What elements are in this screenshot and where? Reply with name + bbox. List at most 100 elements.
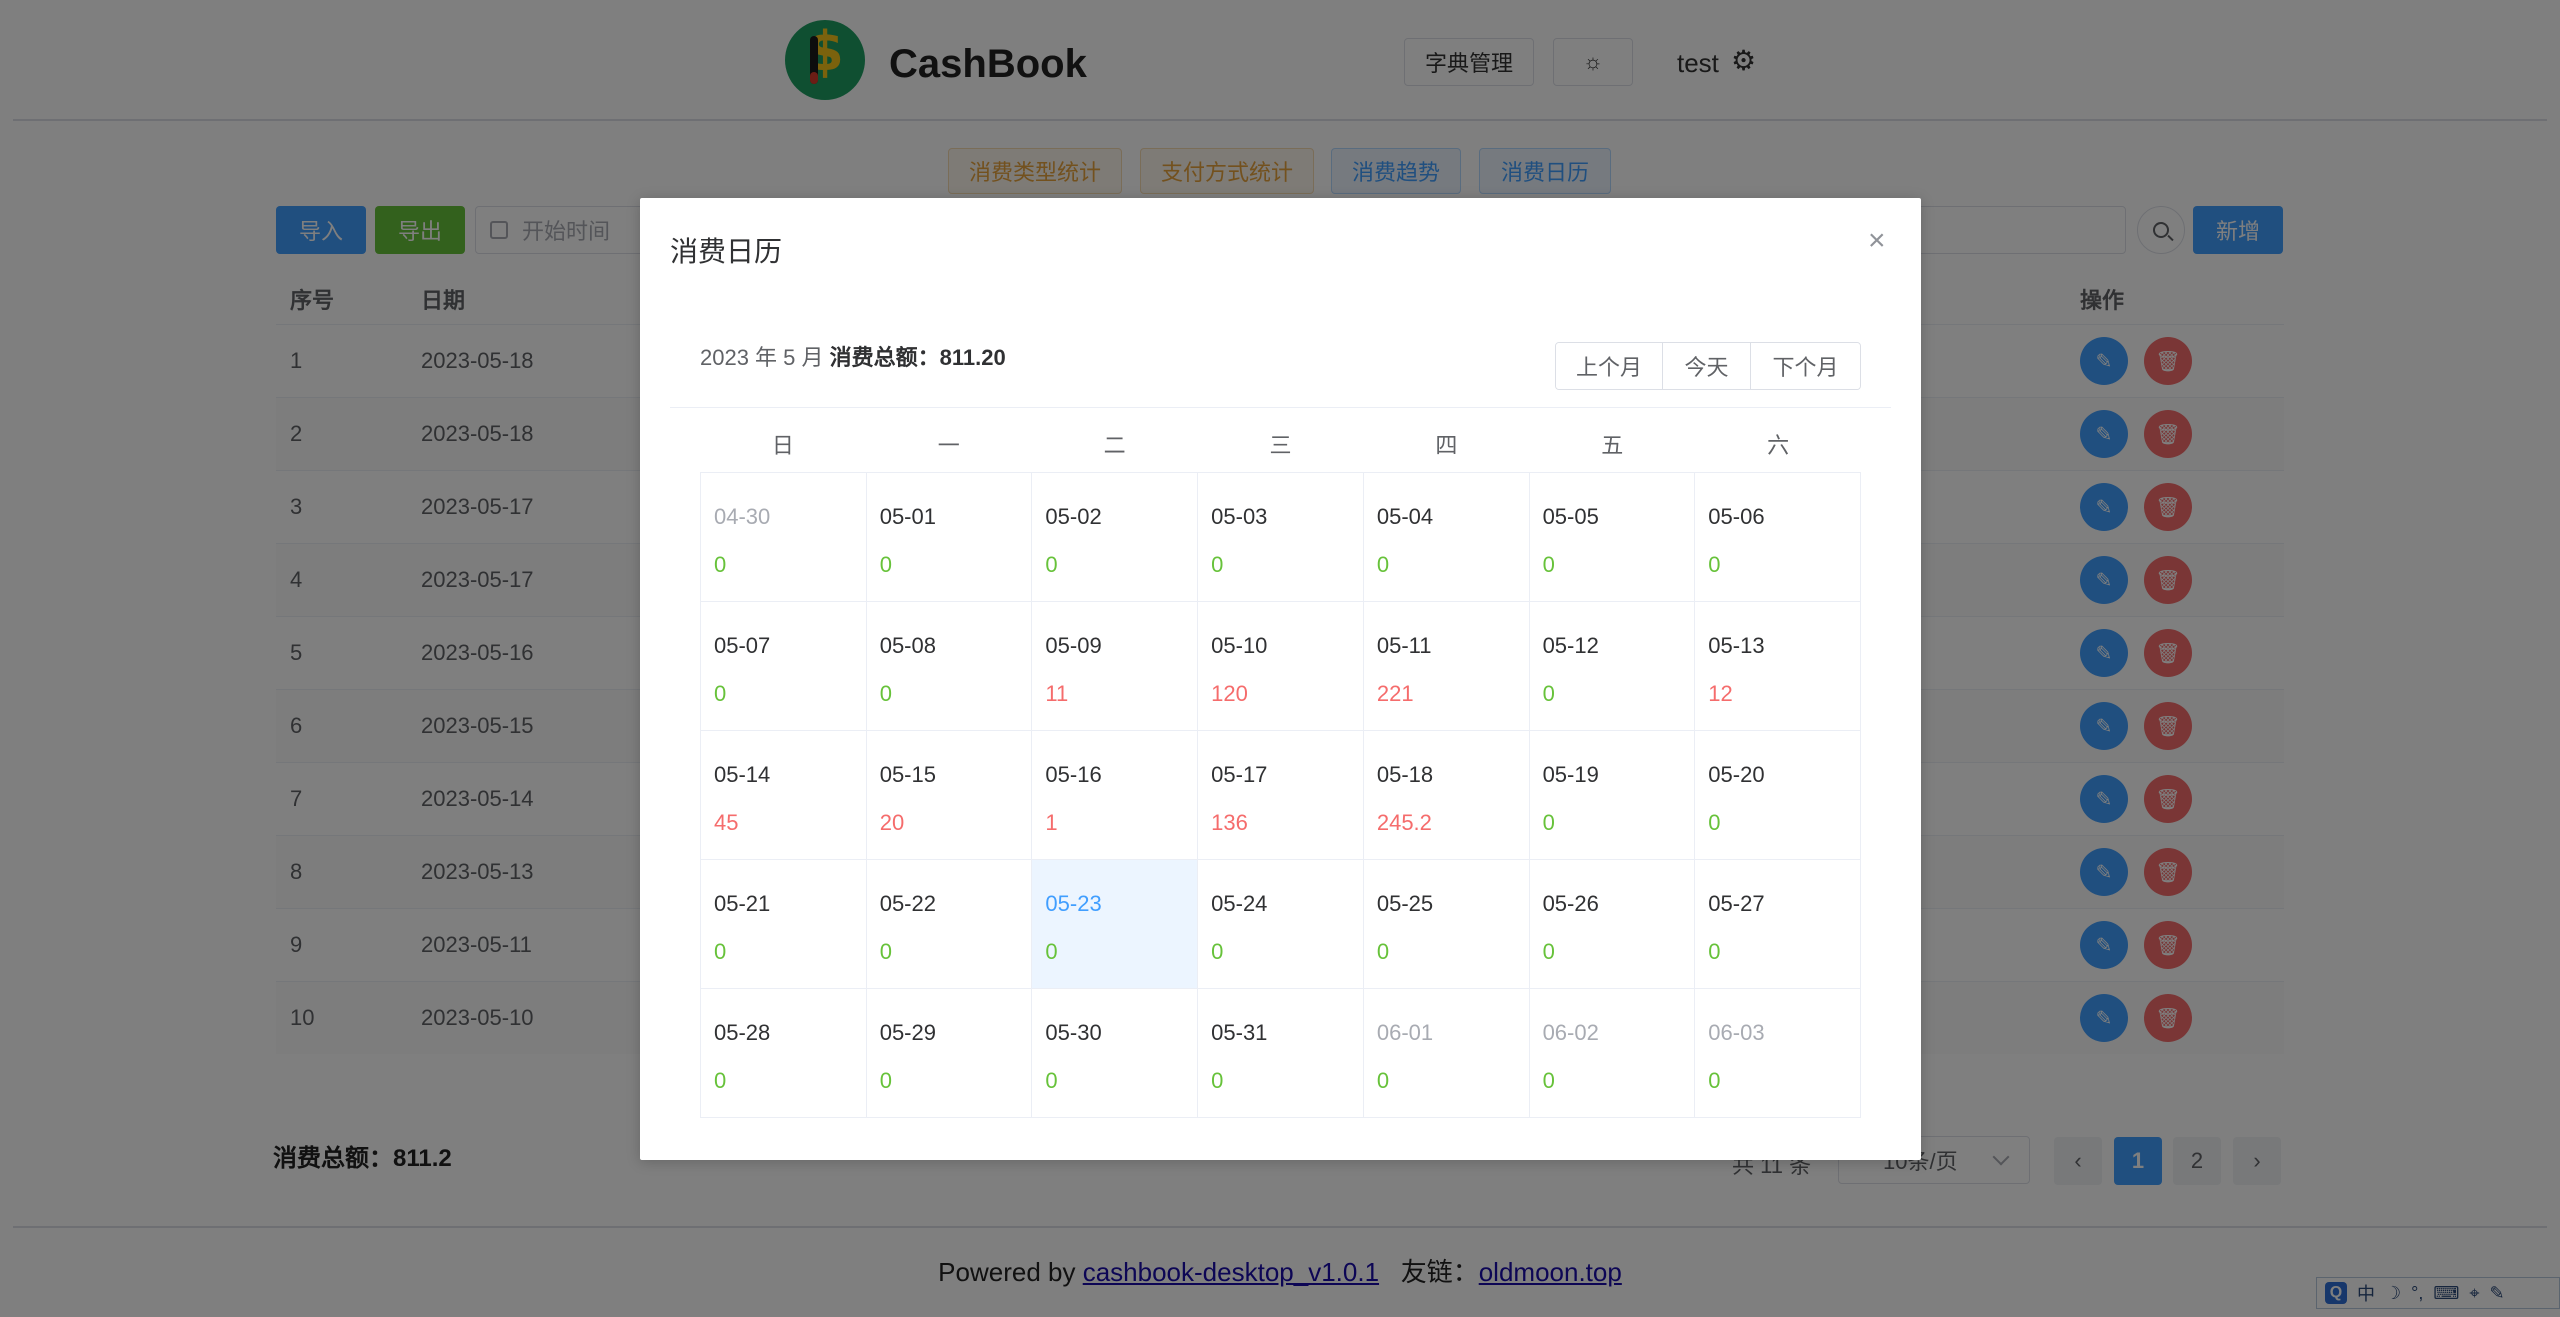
day-date: 05-10	[1211, 633, 1268, 658]
day-date: 05-29	[879, 1020, 936, 1045]
calendar-day-05-08[interactable]: 05-08 0	[866, 602, 1033, 731]
day-date: 05-18	[1376, 762, 1434, 787]
next-month-button[interactable]: 下个月	[1750, 343, 1860, 389]
calendar-day-05-29[interactable]: 05-29 0	[866, 989, 1033, 1118]
calendar-day-05-05[interactable]: 05-05 0	[1529, 473, 1696, 602]
calendar-day-05-14[interactable]: 05-14 45	[701, 731, 867, 860]
day-amount: 0	[1045, 1068, 1058, 1093]
day-amount: 0	[879, 681, 892, 706]
day-amount: 0	[1708, 552, 1721, 577]
month-total-label: 消费总额：	[829, 345, 940, 370]
day-date: 05-12	[1542, 633, 1599, 658]
calendar-day-05-26[interactable]: 05-26 0	[1529, 860, 1696, 989]
day-amount: 120	[1211, 681, 1248, 706]
day-amount: 0	[879, 552, 892, 577]
today-button[interactable]: 今天	[1662, 343, 1750, 389]
weekday-label: 六	[1767, 433, 1790, 458]
day-amount: 0	[1542, 552, 1555, 577]
month-total-value: 811.20	[939, 345, 1006, 370]
day-date: 05-13	[1708, 633, 1765, 658]
calendar-day-05-10[interactable]: 05-10 120	[1198, 602, 1364, 731]
weekday-header: 日一二三四五六	[700, 426, 1861, 466]
day-amount: 0	[714, 939, 727, 964]
calendar-day-05-30[interactable]: 05-30 0	[1032, 989, 1199, 1118]
day-date: 05-02	[1045, 504, 1102, 529]
weekday-label: 一	[937, 433, 960, 458]
day-date: 05-03	[1211, 504, 1268, 529]
calendar-day-05-25[interactable]: 05-25 0	[1363, 860, 1530, 989]
calendar-day-05-11[interactable]: 05-11 221	[1363, 602, 1530, 731]
day-amount: 12	[1708, 681, 1733, 706]
day-amount: 0	[1376, 552, 1390, 577]
calendar-day-05-13[interactable]: 05-13 12	[1695, 602, 1861, 731]
day-date: 05-27	[1708, 891, 1765, 916]
calendar-day-05-19[interactable]: 05-19 0	[1529, 731, 1696, 860]
calendar-day-04-30[interactable]: 04-30 0	[701, 473, 867, 602]
weekday-label: 五	[1601, 433, 1624, 458]
day-date: 05-22	[879, 891, 936, 916]
day-amount: 0	[1708, 1068, 1721, 1093]
day-amount: 0	[1376, 939, 1390, 964]
calendar-day-05-27[interactable]: 05-27 0	[1695, 860, 1861, 989]
calendar-day-05-03[interactable]: 05-03 0	[1198, 473, 1364, 602]
expense-calendar-dialog: 消费日历 × 2023 年 5 月 消费总额：811.20 上个月 今天 下个月…	[640, 198, 1921, 1160]
calendar-day-05-12[interactable]: 05-12 0	[1529, 602, 1696, 731]
calendar-day-05-04[interactable]: 05-04 0	[1363, 473, 1530, 602]
weekday-label: 三	[1269, 433, 1292, 458]
day-amount: 0	[879, 1068, 892, 1093]
day-date: 05-07	[714, 633, 771, 658]
calendar-day-05-18[interactable]: 05-18 245.2	[1363, 731, 1530, 860]
calendar-day-05-20[interactable]: 05-20 0	[1695, 731, 1861, 860]
day-date: 05-05	[1542, 504, 1599, 529]
day-amount: 0	[1211, 1068, 1224, 1093]
calendar-day-05-06[interactable]: 05-06 0	[1695, 473, 1861, 602]
day-date: 05-01	[879, 504, 936, 529]
day-amount: 0	[714, 552, 727, 577]
day-amount: 0	[1708, 810, 1721, 835]
day-amount: 221	[1376, 681, 1414, 706]
prev-month-button[interactable]: 上个月	[1556, 343, 1662, 389]
day-amount: 1	[1045, 810, 1058, 835]
close-icon[interactable]: ×	[1868, 226, 1886, 256]
calendar-header: 2023 年 5 月 消费总额：811.20	[700, 340, 1006, 372]
calendar-day-05-09[interactable]: 05-09 11	[1032, 602, 1199, 731]
calendar-day-05-21[interactable]: 05-21 0	[701, 860, 867, 989]
day-date: 05-06	[1708, 504, 1765, 529]
day-date: 05-20	[1708, 762, 1765, 787]
calendar-day-05-07[interactable]: 05-07 0	[701, 602, 867, 731]
day-date: 05-04	[1376, 504, 1434, 529]
weekday-label: 日	[771, 433, 794, 458]
calendar-day-05-16[interactable]: 05-16 1	[1032, 731, 1199, 860]
day-date: 05-25	[1376, 891, 1434, 916]
day-amount: 0	[1542, 810, 1555, 835]
month-label: 2023 年 5 月	[700, 345, 824, 370]
calendar-day-06-03[interactable]: 06-03 0	[1695, 989, 1861, 1118]
calendar-day-05-01[interactable]: 05-01 0	[866, 473, 1033, 602]
day-date: 05-31	[1211, 1020, 1268, 1045]
calendar-day-05-23[interactable]: 05-23 0	[1032, 860, 1199, 989]
day-amount: 0	[1376, 1068, 1390, 1093]
day-date: 05-19	[1542, 762, 1599, 787]
day-date: 06-02	[1542, 1020, 1599, 1045]
day-date: 05-15	[879, 762, 936, 787]
day-amount: 20	[879, 810, 905, 835]
day-date: 05-26	[1542, 891, 1599, 916]
calendar-day-05-24[interactable]: 05-24 0	[1198, 860, 1364, 989]
calendar-day-05-31[interactable]: 05-31 0	[1198, 989, 1364, 1118]
day-date: 05-24	[1211, 891, 1268, 916]
dialog-title: 消费日历	[670, 236, 783, 267]
calendar-day-06-02[interactable]: 06-02 0	[1529, 989, 1696, 1118]
day-amount: 0	[1708, 939, 1721, 964]
calendar-day-05-28[interactable]: 05-28 0	[701, 989, 867, 1118]
day-date: 05-21	[714, 891, 771, 916]
weekday-label: 二	[1103, 433, 1126, 458]
day-date: 05-17	[1211, 762, 1268, 787]
calendar-day-05-17[interactable]: 05-17 136	[1198, 731, 1364, 860]
day-date: 04-30	[714, 504, 771, 529]
calendar-divider	[670, 407, 1891, 408]
calendar-day-05-22[interactable]: 05-22 0	[866, 860, 1033, 989]
calendar-day-05-15[interactable]: 05-15 20	[866, 731, 1033, 860]
calendar-day-06-01[interactable]: 06-01 0	[1363, 989, 1530, 1118]
day-date: 05-14	[714, 762, 771, 787]
calendar-day-05-02[interactable]: 05-02 0	[1032, 473, 1199, 602]
